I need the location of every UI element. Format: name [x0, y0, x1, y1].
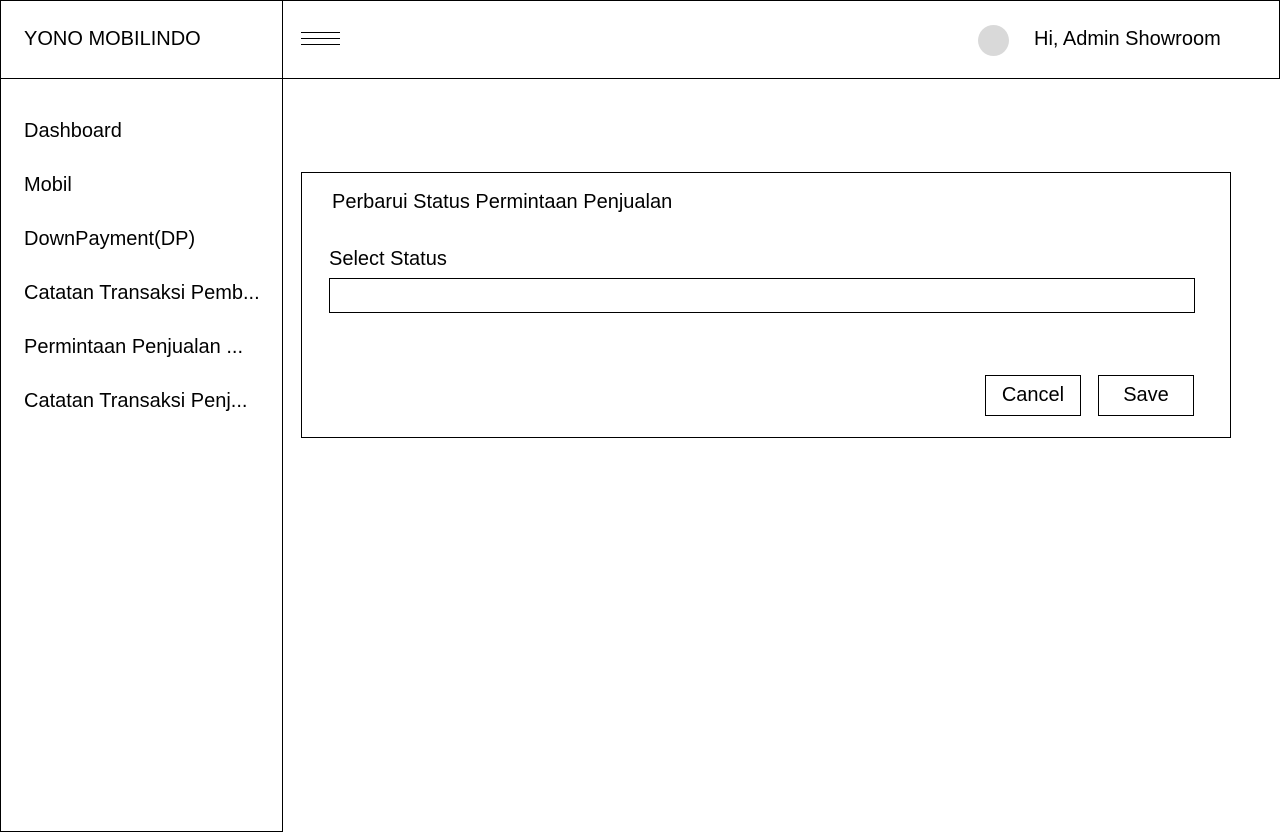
avatar[interactable] [978, 25, 1009, 56]
hamburger-icon[interactable] [301, 32, 341, 49]
sidebar-item-mobil[interactable]: Mobil [1, 171, 282, 225]
sidebar-item-permintaan-penjualan[interactable]: Permintaan Penjualan ... [1, 333, 282, 387]
sidebar-item-catatan-transaksi-penjualan[interactable]: Catatan Transaksi Penj... [1, 387, 282, 441]
sidebar-item-dashboard[interactable]: Dashboard [1, 117, 282, 171]
update-status-modal: Perbarui Status Permintaan Penjualan Sel… [301, 172, 1231, 438]
select-status-label: Select Status [329, 248, 447, 270]
status-select[interactable] [329, 278, 1195, 313]
brand-name: YONO MOBILINDO [24, 28, 201, 50]
brand-header: YONO MOBILINDO [0, 0, 283, 79]
modal-title: Perbarui Status Permintaan Penjualan [332, 191, 673, 213]
save-button[interactable]: Save [1098, 375, 1194, 416]
sidebar: Dashboard Mobil DownPayment(DP) Catatan … [0, 78, 283, 832]
cancel-button[interactable]: Cancel [985, 375, 1081, 416]
user-greeting: Hi, Admin Showroom [1034, 28, 1221, 50]
sidebar-item-downpayment[interactable]: DownPayment(DP) [1, 225, 282, 279]
sidebar-item-catatan-transaksi-pembelian[interactable]: Catatan Transaksi Pemb... [1, 279, 282, 333]
top-bar: Hi, Admin Showroom [282, 0, 1280, 79]
